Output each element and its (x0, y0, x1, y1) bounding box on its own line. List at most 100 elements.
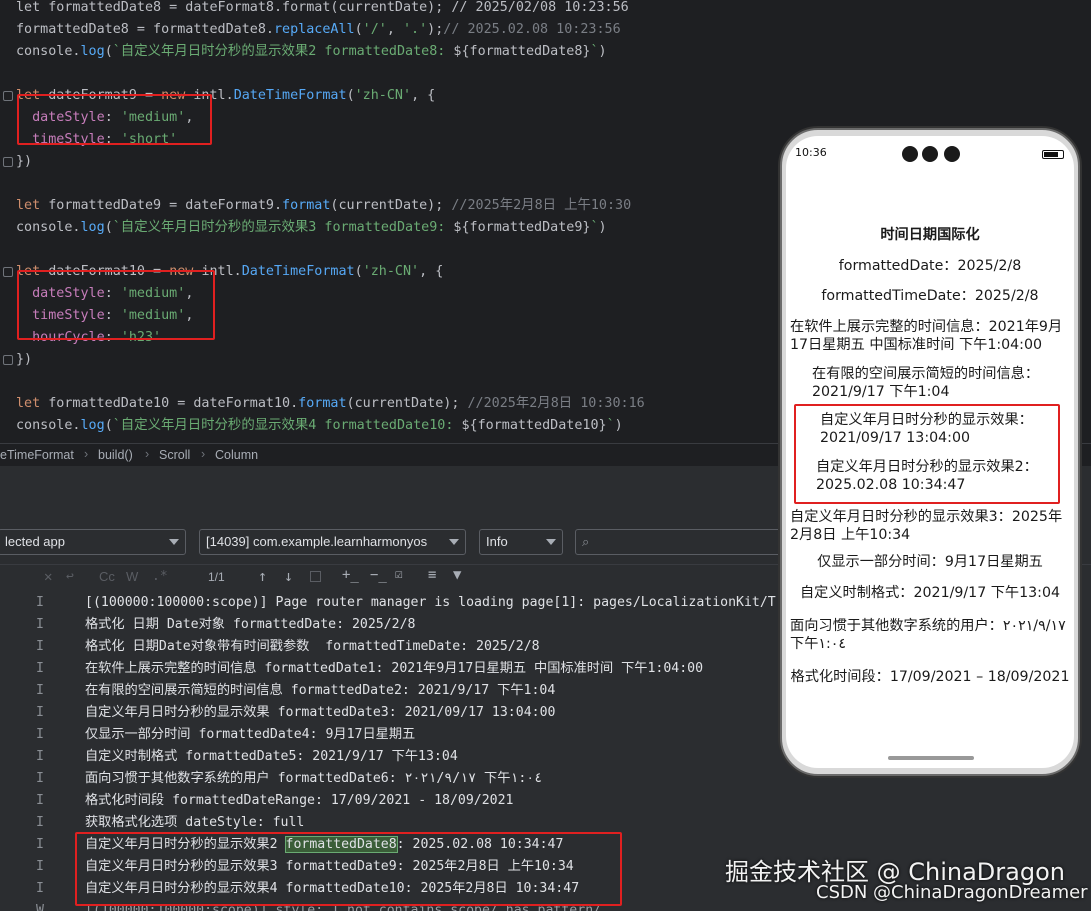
chevron-right-icon: › (145, 447, 150, 461)
code-token: ) (598, 44, 607, 59)
code-line[interactable]: let formattedDate9 = dateFormat9.format(… (16, 195, 631, 217)
code-token: ${formattedDate10} (461, 418, 607, 433)
code-token: , (386, 22, 403, 37)
code-token: formattedDate8 = formattedDate8. (16, 22, 274, 37)
chevron-right-icon: › (84, 447, 89, 461)
code-line[interactable]: let formattedDate8 = dateFormat8.format(… (16, 0, 629, 19)
code-token: let formattedDate8 = dateFormat8.format(… (16, 0, 629, 15)
log-level: I (36, 727, 44, 742)
log-level: I (36, 661, 44, 676)
page-indicator: 1/1 (208, 570, 225, 584)
log-level: I (36, 881, 44, 896)
code-token: ); (427, 22, 444, 37)
fold-marker-icon[interactable] (3, 355, 13, 365)
select-all-icon[interactable] (310, 571, 321, 582)
words-toggle[interactable]: W (126, 569, 138, 584)
code-line[interactable]: console.log(`自定义年月日时分秒的显示效果3 formattedDa… (16, 217, 607, 239)
phone-emulator: 10:36 时间日期国际化 formattedDate：2025/2/8 for… (780, 128, 1080, 776)
code-token: console. (16, 220, 81, 235)
breadcrumb-item-build[interactable]: build() (98, 448, 133, 462)
code-token: let (16, 198, 49, 213)
code-token: `自定义年月日时分秒的显示效果2 formattedDate8: (112, 44, 454, 59)
undo-icon[interactable]: ↩ (66, 569, 74, 584)
code-token: `自定义年月日时分秒的显示效果4 formattedDate10: (112, 418, 462, 433)
regex-toggle[interactable]: .* (152, 569, 168, 584)
highlight-box-log-results (75, 832, 622, 906)
breadcrumb-item-component[interactable]: eTimeFormat (0, 448, 74, 462)
log-row[interactable]: I 格式化 日期Date对象带有时间戳参数 formattedTimeDate: … (0, 636, 780, 658)
log-row[interactable]: I 获取格式化选项 dateStyle: full (0, 812, 780, 834)
process-select[interactable]: [14039] com.example.learnharmonyos (199, 529, 466, 555)
page-title: 时间日期国际化 (880, 227, 980, 243)
log-level: I (36, 793, 44, 808)
log-search-input[interactable]: ⌕ (575, 529, 785, 555)
close-icon[interactable]: ✕ (44, 569, 52, 585)
code-line[interactable]: let formattedDate10 = dateFormat10.forma… (16, 393, 645, 415)
log-message: 格式化时间段 formattedDateRange: 17/09/2021 - … (85, 793, 514, 808)
remove-occurrence-icon[interactable]: −̲ (370, 567, 387, 583)
log-row[interactable]: I 仅显示一部分时间 formattedDate4: 9月17日星期五 (0, 724, 780, 746)
log-row[interactable]: I 格式化时间段 formattedDateRange: 17/09/2021 -… (0, 790, 780, 812)
camera-icon (902, 146, 918, 162)
log-row[interactable]: I 自定义年月日时分秒的显示效果 formattedDate3: 2021/09/… (0, 702, 780, 724)
code-token: '.' (402, 22, 428, 37)
code-token: //2025年2月8日 10:30:16 (467, 396, 645, 411)
code-token: , { (419, 264, 444, 279)
code-token: ${formattedDate9} (453, 220, 591, 235)
log-level: I (36, 815, 44, 830)
code-line[interactable]: }) (16, 349, 32, 371)
highlight-box-dateformat9-options (17, 94, 212, 145)
select-occurrences-icon[interactable]: ☑ (395, 567, 403, 582)
breadcrumb-item-scroll[interactable]: Scroll (159, 448, 190, 462)
fold-marker-icon[interactable] (3, 267, 13, 277)
fold-marker-icon[interactable] (3, 157, 13, 167)
code-line[interactable]: console.log(`自定义年月日时分秒的显示效果4 formattedDa… (16, 415, 623, 437)
code-token: format (282, 198, 331, 213)
code-token: DateTimeFormat (233, 88, 347, 103)
log-message: 仅显示一部分时间 formattedDate4: 9月17日星期五 (85, 727, 416, 742)
code-token: formattedDate10 = dateFormat10. (48, 396, 299, 411)
code-token: // 2025.02.08 10:23:56 (443, 22, 621, 37)
log-message: 自定义时制格式 formattedDate5: 2021/9/17 下午13:0… (85, 749, 458, 764)
device-select-value: lected app (5, 534, 65, 549)
log-row[interactable]: I 格式化 日期 Date对象 formattedDate: 2025/2/8 (0, 614, 780, 636)
code-token: 'zh-CN' (354, 88, 412, 103)
watermark-csdn: CSDN @ChinaDragonDreamer (816, 882, 1088, 903)
code-token: ${formattedDate8} (453, 44, 591, 59)
full-date-text-line2: 17日星期五 中国标准时间 下午1:04:00 (790, 337, 1043, 353)
code-token: ` (590, 220, 599, 235)
arrow-up-icon[interactable]: ↑ (258, 567, 267, 585)
log-row[interactable]: I [(100000:100000:scope)] Page router man… (0, 592, 780, 614)
log-level: I (36, 749, 44, 764)
code-token: log (80, 44, 105, 59)
code-token: log (80, 220, 105, 235)
log-level-select[interactable]: Info (479, 529, 563, 555)
log-row[interactable]: I 自定义时制格式 formattedDate5: 2021/9/17 下午13:… (0, 746, 780, 768)
log-row[interactable]: I 在软件上展示完整的时间信息 formattedDate1: 2021年9月17… (0, 658, 780, 680)
log-row[interactable]: I 面向习惯于其他数字系统的用户 formattedDate6: ٢٠٢١/٩/١… (0, 768, 780, 790)
log-message: 面向习惯于其他数字系统的用户 formattedDate6: ٢٠٢١/٩/١٧… (85, 771, 543, 786)
log-level: W (36, 903, 44, 911)
filter-icon[interactable]: ▼ (453, 567, 461, 583)
code-token: }) (16, 154, 33, 169)
camera-icon (922, 146, 938, 162)
breadcrumb-item-column[interactable]: Column (215, 448, 258, 462)
log-row[interactable]: I 在有限的空间展示简短的时间信息 formattedDate2: 2021/9/… (0, 680, 780, 702)
code-line[interactable]: }) (16, 151, 32, 173)
device-select[interactable]: lected app (0, 529, 186, 555)
fold-marker-icon[interactable] (3, 91, 13, 101)
add-occurrence-icon[interactable]: +̲ (342, 567, 359, 583)
soft-wrap-icon[interactable]: ≡ (428, 567, 436, 583)
code-line[interactable]: console.log(`自定义年月日时分秒的显示效果2 formattedDa… (16, 41, 607, 63)
code-line[interactable]: formattedDate8 = formattedDate8.replaceA… (16, 19, 621, 41)
code-token: log (80, 418, 105, 433)
highlight-box-dateformat10-options (17, 270, 215, 340)
log-level: I (36, 859, 44, 874)
code-token: //2025年2月8日 上午10:30 (451, 198, 632, 213)
log-message: 格式化 日期 Date对象 formattedDate: 2025/2/8 (85, 617, 416, 632)
arrow-down-icon[interactable]: ↓ (284, 567, 293, 585)
log-message: 格式化 日期Date对象带有时间戳参数 formattedTimeDate: 2… (85, 639, 540, 654)
home-indicator[interactable] (888, 756, 974, 760)
code-token: ( (104, 44, 113, 59)
match-case-toggle[interactable]: Cc (99, 569, 115, 584)
